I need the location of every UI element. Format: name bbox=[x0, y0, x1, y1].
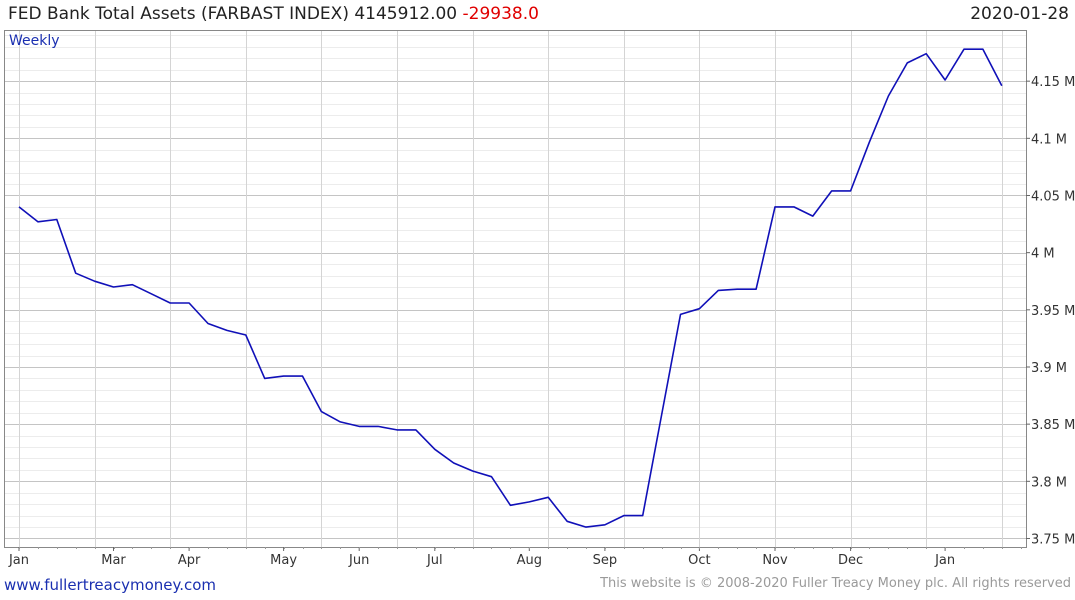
data-point bbox=[302, 375, 304, 377]
data-point bbox=[887, 95, 889, 97]
data-point bbox=[434, 448, 436, 450]
data-point bbox=[453, 462, 455, 464]
data-point bbox=[906, 62, 908, 64]
data-point bbox=[396, 429, 398, 431]
data-point bbox=[585, 526, 587, 528]
x-tick-label: Jul bbox=[426, 553, 443, 568]
data-point bbox=[377, 425, 379, 427]
data-point bbox=[415, 429, 417, 431]
data-point bbox=[661, 414, 663, 416]
series-layer bbox=[18, 48, 1003, 528]
change-value: -29938.0 bbox=[462, 4, 539, 24]
data-point bbox=[169, 302, 171, 304]
data-point bbox=[774, 206, 776, 208]
data-point bbox=[113, 286, 115, 288]
data-point bbox=[37, 221, 39, 223]
data-point bbox=[472, 470, 474, 472]
data-point bbox=[925, 53, 927, 55]
data-point bbox=[1001, 85, 1003, 87]
data-point bbox=[944, 79, 946, 81]
data-point bbox=[698, 308, 700, 310]
data-point bbox=[642, 515, 644, 517]
x-tick-label: Dec bbox=[838, 553, 863, 568]
data-point bbox=[528, 501, 530, 503]
y-tick-label: 4.05 M bbox=[1031, 189, 1075, 204]
data-point bbox=[736, 288, 738, 290]
x-tick-label: Jan bbox=[934, 553, 955, 568]
x-tick-label: Apr bbox=[178, 553, 201, 568]
x-axis: Jan Mar Apr May Jun Jul Aug Sep Oct Nov Dec Jan bbox=[8, 547, 1022, 568]
chart-title: FED Bank Total Assets (FARBAST INDEX) 41… bbox=[8, 4, 539, 24]
data-point bbox=[75, 272, 77, 274]
data-point bbox=[56, 219, 58, 221]
data-point bbox=[566, 520, 568, 522]
data-point bbox=[717, 289, 719, 291]
y-tick-label: 4.1 M bbox=[1031, 132, 1067, 147]
data-point bbox=[850, 190, 852, 192]
chart: Jan Mar Apr May Jun Jul Aug Sep Oct Nov Dec Jan 3.7… bbox=[4, 30, 1075, 568]
x-tick-label: Jan bbox=[8, 553, 29, 568]
y-tick-label: 3.9 M bbox=[1031, 361, 1067, 376]
data-point bbox=[358, 425, 360, 427]
data-point bbox=[94, 280, 96, 282]
x-tick-label: Sep bbox=[593, 553, 618, 568]
data-point bbox=[604, 524, 606, 526]
copyright-notice: This website is © 2008-2020 Fuller Treac… bbox=[600, 576, 1071, 591]
data-point bbox=[150, 293, 152, 295]
data-point bbox=[207, 323, 209, 325]
website-link[interactable]: www.fullertreacymoney.com bbox=[4, 576, 216, 594]
x-tick-label: Jun bbox=[348, 553, 369, 568]
y-tick-label: 4.15 M bbox=[1031, 75, 1075, 90]
data-point bbox=[339, 421, 341, 423]
frequency-label: Weekly bbox=[9, 33, 60, 49]
grid bbox=[5, 31, 1026, 547]
plot-frame bbox=[4, 30, 1027, 548]
y-tick-label: 3.95 M bbox=[1031, 304, 1075, 319]
y-tick-label: 3.85 M bbox=[1031, 418, 1075, 433]
data-point bbox=[188, 302, 190, 304]
data-point bbox=[509, 504, 511, 506]
y-tick-label: 3.75 M bbox=[1031, 532, 1075, 547]
data-point bbox=[491, 476, 493, 478]
data-point bbox=[283, 375, 285, 377]
y-tick-label: 3.8 M bbox=[1031, 475, 1067, 490]
data-point bbox=[131, 284, 133, 286]
data-point bbox=[547, 496, 549, 498]
x-tick-label: Mar bbox=[101, 553, 126, 568]
x-tick-label: Nov bbox=[762, 553, 788, 568]
series-line bbox=[18, 48, 1003, 528]
data-point bbox=[793, 206, 795, 208]
data-point bbox=[320, 411, 322, 413]
data-point bbox=[623, 515, 625, 517]
data-point bbox=[812, 215, 814, 217]
data-point bbox=[982, 48, 984, 50]
x-tick-label: Aug bbox=[517, 553, 542, 568]
x-tick-label: May bbox=[270, 553, 297, 568]
title-text: FED Bank Total Assets (FARBAST INDEX) 41… bbox=[8, 4, 458, 24]
data-point bbox=[264, 377, 266, 379]
data-point bbox=[245, 334, 247, 336]
y-tick-label: 4 M bbox=[1031, 247, 1055, 262]
data-point bbox=[755, 288, 757, 290]
x-tick-label: Oct bbox=[688, 553, 710, 568]
data-point bbox=[226, 329, 228, 331]
data-point bbox=[680, 313, 682, 315]
y-axis: 3.75 M 3.8 M 3.85 M 3.9 M 3.95 M 4 M 4.05 M 4.1… bbox=[1026, 75, 1075, 547]
data-point bbox=[831, 190, 833, 192]
data-point bbox=[18, 206, 20, 208]
data-point bbox=[963, 48, 965, 50]
data-point bbox=[869, 141, 871, 143]
chart-date: 2020-01-28 bbox=[970, 4, 1069, 24]
